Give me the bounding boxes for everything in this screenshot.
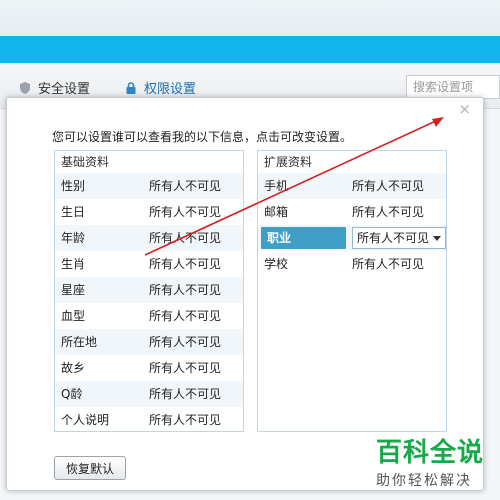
field-label: 星座 — [61, 283, 86, 297]
basic-info-title: 基础资料 — [61, 155, 110, 169]
close-icon[interactable]: × — [458, 100, 471, 118]
ext-row-phone[interactable]: 手机 所有人不可见 — [258, 173, 446, 199]
dropdown-selected-value: 所有人不可见 — [357, 231, 430, 245]
basic-row-age[interactable]: 年龄 所有人不可见 — [55, 225, 243, 251]
ext-row-email[interactable]: 邮箱 所有人不可见 — [258, 199, 446, 225]
title-bar — [0, 36, 500, 63]
visibility-value[interactable]: 所有人不可见 — [149, 277, 243, 303]
field-label: 邮箱 — [264, 205, 289, 219]
watermark: 百科全说 助你轻松解决 — [376, 438, 496, 490]
visibility-value[interactable]: 所有人不可见 — [149, 199, 243, 225]
restore-default-button[interactable]: 恢复默认 — [54, 456, 126, 480]
extended-info-title: 扩展资料 — [264, 155, 313, 169]
basic-info-panel: 基础资料 性别 所有人不可见 生日 所有人不可见 年龄 所有人不可见 生肖 所有人不可见… — [54, 150, 244, 432]
visibility-value[interactable]: 所有人不可见 — [149, 329, 243, 355]
tab-permission-label: 权限设置 — [144, 82, 197, 97]
visibility-value[interactable]: 所有人不可见 — [149, 225, 243, 251]
watermark-subtitle: 助你轻松解决 — [376, 473, 472, 489]
visibility-value[interactable]: 所有人不可见 — [352, 251, 446, 277]
basic-row-zodiac-animal[interactable]: 生肖 所有人不可见 — [55, 251, 243, 277]
field-label: 性别 — [61, 179, 86, 193]
tab-security-settings[interactable]: 安全设置 — [18, 78, 90, 97]
visibility-value[interactable]: 所有人不可见 — [149, 355, 243, 381]
basic-row-location[interactable]: 所在地 所有人不可见 — [55, 329, 243, 355]
basic-row-birthday[interactable]: 生日 所有人不可见 — [55, 199, 243, 225]
field-label: 生日 — [61, 205, 86, 219]
visibility-dropdown[interactable]: 所有人不可见 — [352, 227, 446, 249]
watermark-title: 百科全说 — [376, 438, 485, 468]
visibility-value[interactable]: 所有人不可见 — [352, 199, 446, 225]
basic-row-constellation[interactable]: 星座 所有人不可见 — [55, 277, 243, 303]
tab-permission-settings[interactable]: 权限设置 — [124, 78, 196, 97]
tab-security-label: 安全设置 — [38, 82, 91, 97]
shield-icon — [20, 81, 30, 94]
visibility-value[interactable]: 所有人不可见 — [149, 173, 243, 199]
visibility-value[interactable]: 所有人不可见 — [352, 173, 446, 199]
chevron-down-icon — [433, 235, 441, 241]
field-label: 学校 — [264, 257, 289, 271]
basic-row-hometown[interactable]: 故乡 所有人不可见 — [55, 355, 243, 381]
basic-row-gender[interactable]: 性别 所有人不可见 — [55, 173, 243, 199]
visibility-value[interactable]: 所有人不可见 — [149, 251, 243, 277]
window-top-strip — [0, 0, 500, 36]
field-label: 血型 — [61, 309, 86, 323]
basic-row-bio[interactable]: 个人说明 所有人不可见 — [55, 407, 243, 433]
ext-row-school[interactable]: 学校 所有人不可见 — [258, 251, 446, 277]
field-label: 个人说明 — [61, 413, 110, 427]
basic-row-blood-type[interactable]: 血型 所有人不可见 — [55, 303, 243, 329]
extended-info-panel: 扩展资料 手机 所有人不可见 邮箱 所有人不可见 职业 所有人不可见 学校 所有人不可… — [257, 150, 447, 432]
basic-row-q-age[interactable]: Q龄 所有人不可见 — [55, 381, 243, 407]
visibility-cell: 所有人不可见 — [352, 225, 446, 251]
field-label: 所在地 — [61, 335, 98, 349]
lock-icon — [126, 81, 136, 94]
dialog-intro-text: 您可以设置谁可以查看我的以下信息，点击可改变设置。 — [52, 130, 353, 144]
visibility-value[interactable]: 所有人不可见 — [149, 407, 243, 433]
search-settings-input[interactable]: 搜索设置项 — [406, 75, 500, 99]
ext-row-occupation[interactable]: 职业 所有人不可见 — [258, 225, 446, 251]
field-label: Q龄 — [61, 387, 83, 401]
permission-dialog: × 您可以设置谁可以查看我的以下信息，点击可改变设置。 基础资料 性别所有人不可… — [6, 97, 484, 491]
field-label-selected: 职业 — [261, 227, 346, 249]
field-label: 生肖 — [61, 257, 86, 271]
field-label: 手机 — [264, 179, 289, 193]
visibility-value[interactable]: 所有人不可见 — [149, 381, 243, 407]
field-label: 故乡 — [61, 361, 86, 375]
visibility-value[interactable]: 所有人不可见 — [149, 303, 243, 329]
field-label: 年龄 — [61, 231, 86, 245]
